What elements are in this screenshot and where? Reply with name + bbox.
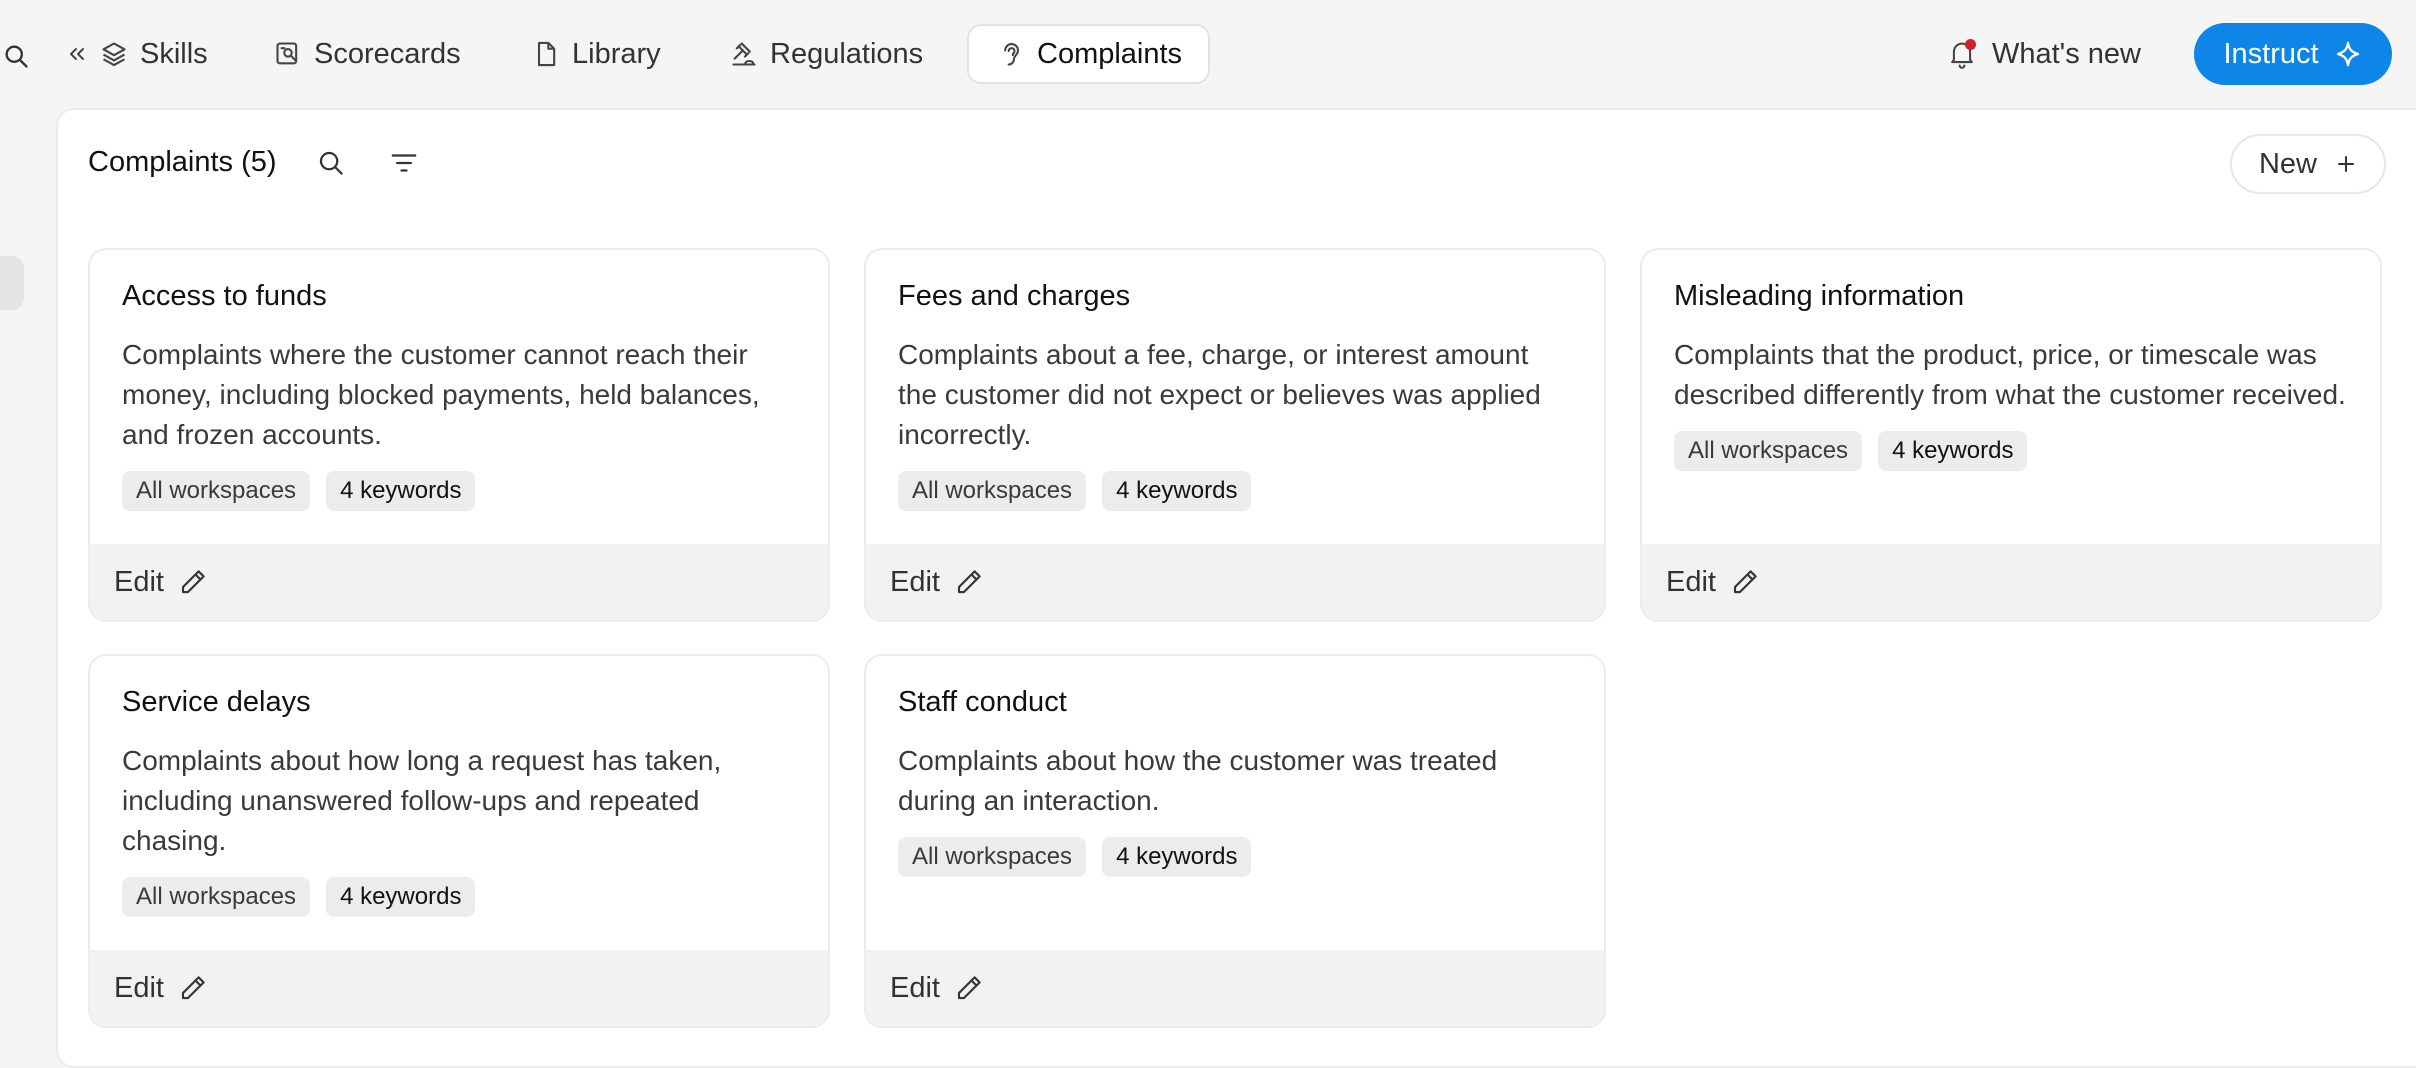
complaint-card[interactable]: Staff conduct Complaints about how the c… [864, 654, 1606, 1028]
tab-skills-label: Skills [140, 37, 208, 70]
top-navigation: Skills Scorecards Library Regulations Co… [0, 0, 2416, 108]
workspace-chip: All workspaces [1674, 431, 1863, 471]
tab-skills[interactable]: Skills [96, 24, 212, 84]
page-title: Complaints (5) [88, 146, 277, 178]
card-description: Complaints about a fee, charge, or inter… [898, 339, 1541, 450]
edit-button[interactable]: Edit [90, 950, 828, 1026]
whats-new-label: What's new [1992, 37, 2141, 70]
search-icon[interactable] [316, 148, 346, 178]
workspace-chip: All workspaces [898, 837, 1087, 877]
edit-button[interactable]: Edit [1642, 544, 2380, 620]
new-complaint-button[interactable]: New [2230, 134, 2386, 194]
card-description: Complaints about how long a request has … [122, 745, 722, 856]
document-icon [532, 40, 560, 68]
edit-label: Edit [114, 565, 164, 598]
layers-icon [100, 40, 128, 68]
sparkle-icon [2333, 39, 2363, 69]
complaint-card[interactable]: Access to funds Complaints where the cus… [88, 248, 830, 622]
tab-regulations-label: Regulations [770, 37, 924, 70]
tab-complaints-label: Complaints [1037, 37, 1183, 70]
instruct-button[interactable]: Instruct [2194, 23, 2392, 85]
tab-regulations[interactable]: Regulations [726, 24, 927, 84]
card-title: Service delays [122, 686, 311, 718]
search-icon[interactable] [2, 42, 30, 70]
keywords-chip: 4 keywords [326, 471, 476, 511]
pencil-icon [178, 567, 208, 597]
sidebar-handle[interactable] [0, 256, 24, 310]
workspace-chip: All workspaces [898, 471, 1087, 511]
edit-label: Edit [1666, 565, 1716, 598]
workspace-chip: All workspaces [122, 471, 311, 511]
ear-icon [997, 40, 1025, 68]
tab-library[interactable]: Library [528, 24, 665, 84]
card-description: Complaints where the customer cannot rea… [122, 339, 760, 450]
tab-scorecards[interactable]: Scorecards [270, 24, 465, 84]
scorecard-icon [274, 40, 302, 68]
instruct-label: Instruct [2223, 37, 2319, 70]
bell-icon [1948, 39, 1976, 69]
edit-label: Edit [890, 565, 940, 598]
tab-scorecards-label: Scorecards [314, 37, 461, 70]
plus-icon [2335, 153, 2357, 175]
tab-complaints[interactable]: Complaints [967, 24, 1210, 84]
collapse-chevrons-icon[interactable] [68, 40, 90, 68]
edit-label: Edit [890, 971, 940, 1004]
edit-button[interactable]: Edit [90, 544, 828, 620]
card-title: Fees and charges [898, 280, 1131, 312]
tab-library-label: Library [572, 37, 661, 70]
edit-button[interactable]: Edit [866, 950, 1604, 1026]
complaint-card[interactable]: Misleading information Complaints that t… [1640, 248, 2382, 622]
card-description: Complaints about how the customer was tr… [898, 745, 1498, 816]
card-description: Complaints that the product, price, or t… [1674, 339, 2346, 410]
pencil-icon [954, 567, 984, 597]
keywords-chip: 4 keywords [326, 877, 476, 917]
complaint-card[interactable]: Service delays Complaints about how long… [88, 654, 830, 1028]
keywords-chip: 4 keywords [1102, 837, 1252, 877]
complaint-card[interactable]: Fees and charges Complaints about a fee,… [864, 248, 1606, 622]
card-title: Staff conduct [898, 686, 1067, 718]
card-title: Access to funds [122, 280, 327, 312]
keywords-chip: 4 keywords [1878, 431, 2028, 471]
whats-new-button[interactable]: What's new [1948, 24, 2141, 84]
gavel-icon [730, 40, 758, 68]
notification-dot [1965, 39, 1976, 50]
new-label: New [2258, 147, 2317, 180]
filter-icon[interactable] [388, 148, 420, 178]
edit-label: Edit [114, 971, 164, 1004]
pencil-icon [954, 973, 984, 1003]
workspace-chip: All workspaces [122, 877, 311, 917]
edit-button[interactable]: Edit [866, 544, 1604, 620]
pencil-icon [1730, 567, 1760, 597]
pencil-icon [178, 973, 208, 1003]
keywords-chip: 4 keywords [1102, 471, 1252, 511]
card-title: Misleading information [1674, 280, 1965, 312]
